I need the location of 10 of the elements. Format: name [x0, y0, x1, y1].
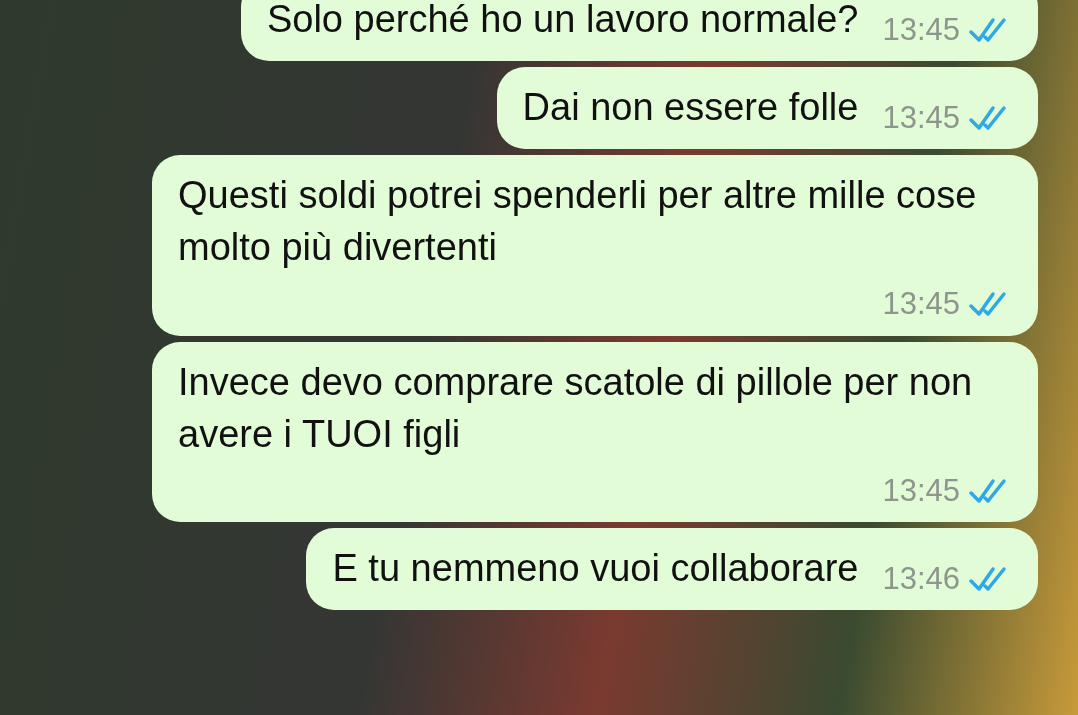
message-text: Dai non essere folle [522, 85, 859, 130]
message-time: 13:46 [882, 559, 960, 598]
message-time: 13:45 [882, 285, 960, 323]
message-text: Solo perché ho un lavoro normale? [266, 0, 859, 42]
message-time: 13:45 [882, 471, 960, 510]
message-text: E tu nemmeno vuoi collaborare [332, 546, 859, 591]
message-time: 13:45 [882, 10, 960, 49]
message-text: Invece devo comprare scatole di pillole per non avere i TUOI figli [178, 359, 974, 457]
message-text: Questi soldi potrei spenderli per altre mille cose molto più divertenti [178, 173, 978, 270]
message-time: 13:45 [882, 98, 960, 137]
